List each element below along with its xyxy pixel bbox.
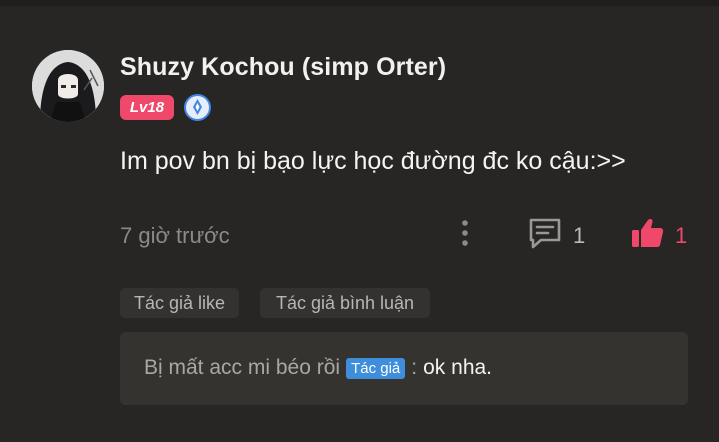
timestamp: 7 giờ trước (120, 223, 230, 248)
like-count: 1 (675, 223, 688, 248)
author-replied-tag: Tác giả bình luận (260, 288, 430, 318)
comment-text: Im pov bn bị bạo lực học đường đc ko cậu… (120, 147, 626, 175)
reply-separator: : (411, 356, 418, 379)
reply-count: 1 (573, 223, 586, 248)
thumbs-up-icon[interactable] (629, 215, 665, 251)
more-vertical-icon[interactable] (455, 217, 475, 249)
reply-message: ok nha. (423, 356, 493, 379)
level-badge: Lv18 (120, 95, 174, 120)
author-liked-tag: Tác giả like (120, 288, 239, 318)
username[interactable]: Shuzy Kochou (simp Orter) (120, 53, 446, 82)
author-reply-panel[interactable]: Bị mất acc mi béo rồi Tác giả : ok nha. (120, 332, 688, 405)
author-reply: Bị mất acc mi béo rồi Tác giả : ok nha. (144, 356, 492, 380)
verified-blue-icon (184, 94, 211, 121)
comment-icon[interactable] (527, 216, 563, 250)
avatar[interactable] (32, 50, 104, 122)
top-divider (0, 0, 719, 6)
author-badge: Tác giả (346, 357, 406, 379)
reply-author-name[interactable]: Bị mất acc mi béo rồi (144, 356, 340, 380)
